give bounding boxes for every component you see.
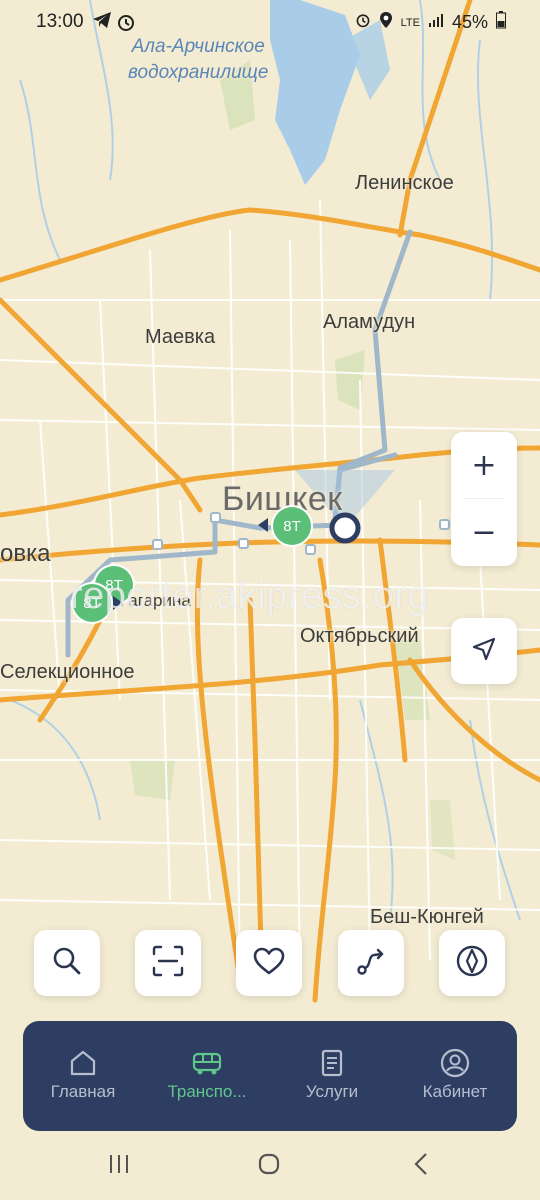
map-label-selektsionnoe: Селекционное [0, 661, 135, 683]
status-bar: 13:00 LTE 45% [0, 0, 540, 44]
nav-item-services[interactable]: Услуги [272, 1021, 392, 1131]
nav-label-services: Услуги [305, 1082, 359, 1101]
signal-icon [428, 12, 444, 33]
heart-icon [252, 946, 286, 981]
telegram-icon [92, 11, 112, 34]
back-icon [412, 1152, 430, 1182]
scan-icon [151, 944, 185, 983]
scan-button[interactable] [135, 930, 201, 996]
map-label-oktyabrsky: Октябрьский [300, 625, 419, 647]
nav-label-cabinet: Кабинет [422, 1082, 488, 1101]
location-icon [379, 11, 393, 34]
route-icon [354, 944, 388, 983]
bus-direction-icon [258, 518, 268, 532]
search-icon [51, 945, 83, 982]
status-time: 13:00 [36, 11, 84, 32]
status-right: LTE 45% [355, 11, 506, 34]
home-button[interactable] [254, 1152, 284, 1182]
watermark: reporter.akipress.org [70, 575, 429, 617]
recent-apps-button[interactable] [104, 1152, 134, 1182]
my-location-button[interactable] [451, 618, 517, 684]
favorites-button[interactable] [236, 930, 302, 996]
battery-level: 45% [451, 12, 488, 32]
map-label-besh-kyungey: Беш-Кюнгей [370, 906, 484, 928]
alarm-icon [116, 12, 136, 37]
bottom-navigation: Главная Транспо... Услуги Кабинет [23, 1021, 517, 1131]
alarm-icon [355, 12, 371, 33]
back-button[interactable] [406, 1152, 436, 1182]
map-label-alamudun: Аламудун [323, 311, 416, 333]
user-icon [439, 1047, 471, 1079]
nav-item-home[interactable]: Главная [23, 1021, 143, 1131]
compass-icon [455, 944, 489, 983]
route-button[interactable] [338, 930, 404, 996]
zoom-in-button[interactable]: + [451, 432, 517, 498]
map-label-ovka: овка [0, 540, 51, 567]
compass-button[interactable] [439, 930, 505, 996]
battery-icon [496, 11, 506, 34]
home-circle-icon [257, 1152, 281, 1182]
search-button[interactable] [34, 930, 100, 996]
network-type: LTE [400, 16, 420, 29]
bus-marker[interactable]: 8Т [273, 507, 311, 545]
home-icon [67, 1047, 99, 1079]
nav-label-transport: Транспо... [167, 1082, 247, 1101]
nav-label-home: Главная [50, 1082, 116, 1101]
navigation-arrow-icon [470, 635, 498, 668]
map-label-maevka: Маевка [145, 326, 216, 348]
recent-apps-icon [107, 1153, 131, 1181]
bus-icon [191, 1047, 223, 1079]
zoom-controls: + − [451, 432, 517, 566]
nav-item-transport[interactable]: Транспо... [147, 1021, 267, 1131]
map-label-leninskoe: Ленинское [355, 172, 454, 194]
nav-item-cabinet[interactable]: Кабинет [395, 1021, 515, 1131]
document-icon [316, 1047, 348, 1079]
zoom-out-button[interactable]: − [451, 499, 517, 565]
